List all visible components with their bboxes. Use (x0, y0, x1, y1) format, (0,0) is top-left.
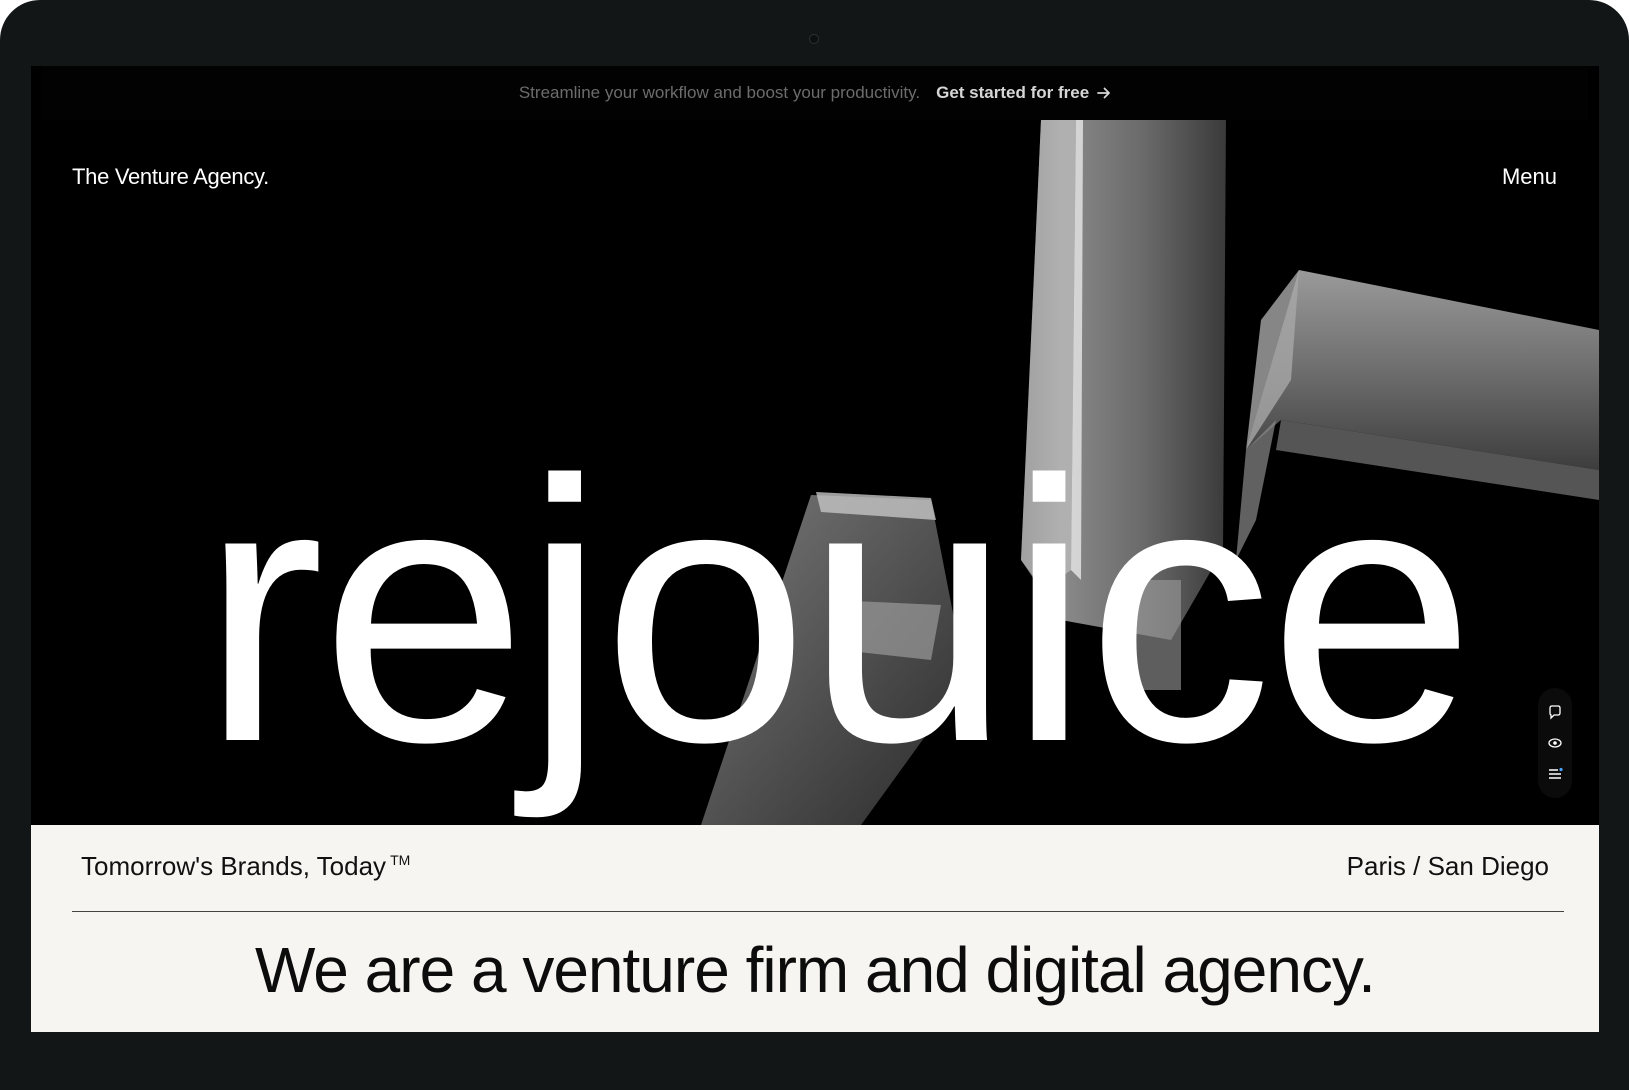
chat-icon[interactable] (1547, 704, 1563, 720)
list-icon[interactable] (1547, 766, 1563, 782)
get-started-label: Get started for free (936, 83, 1090, 102)
announcement-bar: Streamline your workflow and boost your … (42, 66, 1588, 120)
webcam (809, 34, 819, 44)
announcement-message: Streamline your workflow and boost your … (518, 83, 921, 102)
hero-section: The Venture Agency. Menu rejouice (31, 120, 1599, 825)
office-locations: Paris / San Diego (1346, 851, 1549, 881)
section-divider (72, 911, 1564, 912)
tagline-text: Tomorrow's Brands, Today (81, 851, 387, 881)
laptop-frame: Streamline your workflow and boost your … (0, 0, 1629, 1090)
trademark-mark: TM (390, 852, 411, 868)
browser-viewport: Streamline your workflow and boost your … (31, 66, 1599, 1032)
eye-icon[interactable] (1547, 735, 1563, 751)
brand-logo[interactable]: The Venture Agency. (72, 164, 269, 190)
menu-button[interactable]: Menu (1502, 164, 1557, 190)
hero-wordmark: rejouice (200, 403, 1476, 819)
arrow-right-icon (1097, 87, 1111, 99)
intro-section: Tomorrow's Brands, Today TM Paris / San D… (31, 825, 1599, 1032)
get-started-link[interactable]: Get started for free (936, 83, 1111, 103)
main-headline: We are a venture firm and digital agency… (255, 934, 1376, 1006)
tagline: Tomorrow's Brands, Today TM (81, 851, 410, 882)
side-toolbar (1538, 688, 1572, 798)
